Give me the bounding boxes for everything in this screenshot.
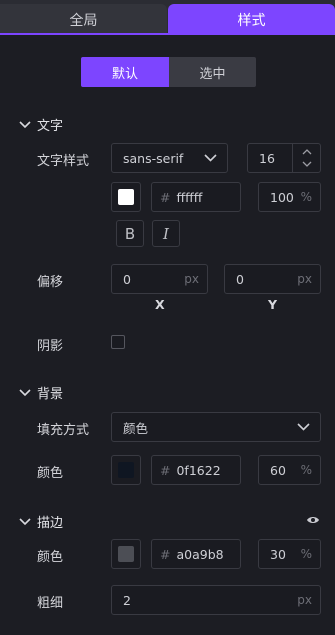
stroke-color-label: 颜色 [37, 550, 64, 565]
text-color-hex-input[interactable]: # ffffff [151, 182, 241, 212]
offset-x-value: 0 [123, 271, 131, 287]
tab-underline [0, 33, 335, 35]
stepper-controls [292, 144, 320, 172]
font-style-label: 文字样式 [37, 154, 90, 169]
background-color-label: 颜色 [37, 466, 64, 481]
eye-icon[interactable] [306, 515, 320, 525]
shadow-label: 阴影 [37, 339, 64, 354]
thickness-value: 2 [123, 592, 131, 608]
font-size-value: 16 [259, 150, 275, 166]
chevron-down-icon [19, 388, 31, 396]
text-opacity-input[interactable]: 100 % [258, 182, 321, 212]
chevron-down-icon [297, 423, 310, 431]
stroke-color-hex-input[interactable]: # a0a9b8 [151, 539, 241, 569]
chevron-up-icon[interactable] [302, 148, 312, 155]
offset-x-input[interactable]: 0 px [111, 264, 208, 294]
hash-symbol: # [160, 546, 171, 562]
stroke-section-header[interactable]: 描边 [18, 512, 63, 531]
stroke-thickness-input[interactable]: 2 px [111, 585, 321, 615]
font-size-stepper[interactable]: 16 [247, 143, 321, 173]
fill-mode-select[interactable]: 颜色 [111, 412, 321, 442]
chevron-down-icon [19, 120, 31, 128]
state-default-button[interactable]: 默认 [81, 57, 169, 87]
px-unit: px [297, 593, 312, 607]
px-unit: px [297, 272, 312, 286]
chevron-down-icon [19, 517, 31, 525]
background-opacity-input[interactable]: 60 % [258, 455, 321, 485]
text-section-header[interactable]: 文字 [18, 115, 63, 134]
bold-icon: B [124, 224, 136, 243]
tab-style[interactable]: 样式 [168, 4, 335, 35]
font-family-value: sans-serif [123, 150, 184, 166]
hash-symbol: # [160, 189, 171, 205]
hex-value: 0f1622 [176, 462, 221, 478]
y-axis-label: Y [268, 297, 278, 312]
color-preview [118, 189, 134, 205]
hex-value: ffffff [176, 189, 203, 205]
opacity-value: 60 [270, 462, 286, 478]
shadow-checkbox[interactable] [111, 335, 125, 349]
fill-mode-label: 填充方式 [37, 423, 90, 438]
background-section-header[interactable]: 背景 [18, 383, 63, 402]
background-color-hex-input[interactable]: # 0f1622 [151, 455, 241, 485]
percent-unit: % [300, 547, 312, 561]
font-family-select[interactable]: sans-serif [111, 143, 228, 173]
offset-label: 偏移 [37, 275, 64, 290]
italic-icon: I [163, 224, 169, 243]
section-title: 文字 [37, 119, 64, 134]
hash-symbol: # [160, 462, 171, 478]
opacity-value: 100 [270, 189, 294, 205]
tab-global[interactable]: 全局 [0, 4, 167, 35]
chevron-down-icon [204, 154, 217, 162]
section-title: 背景 [37, 387, 64, 402]
background-color-swatch[interactable] [111, 455, 141, 485]
stroke-opacity-input[interactable]: 30 % [258, 539, 321, 569]
opacity-value: 30 [270, 546, 286, 562]
percent-unit: % [300, 463, 312, 477]
fill-mode-value: 颜色 [123, 420, 149, 436]
percent-unit: % [300, 190, 312, 204]
chevron-down-icon[interactable] [302, 161, 312, 168]
section-title: 描边 [37, 516, 64, 531]
state-selected-button[interactable]: 选中 [169, 57, 256, 87]
italic-button[interactable]: I [152, 220, 180, 247]
color-preview [118, 546, 134, 562]
stroke-color-swatch[interactable] [111, 539, 141, 569]
bold-button[interactable]: B [116, 220, 144, 247]
px-unit: px [184, 272, 199, 286]
offset-y-value: 0 [236, 271, 244, 287]
hex-value: a0a9b8 [176, 546, 224, 562]
offset-y-input[interactable]: 0 px [224, 264, 321, 294]
stroke-thickness-label: 粗细 [37, 596, 64, 611]
x-axis-label: X [155, 297, 165, 312]
color-preview [118, 462, 134, 478]
top-tabs: 全局 样式 [0, 0, 335, 35]
text-color-swatch[interactable] [111, 182, 141, 212]
